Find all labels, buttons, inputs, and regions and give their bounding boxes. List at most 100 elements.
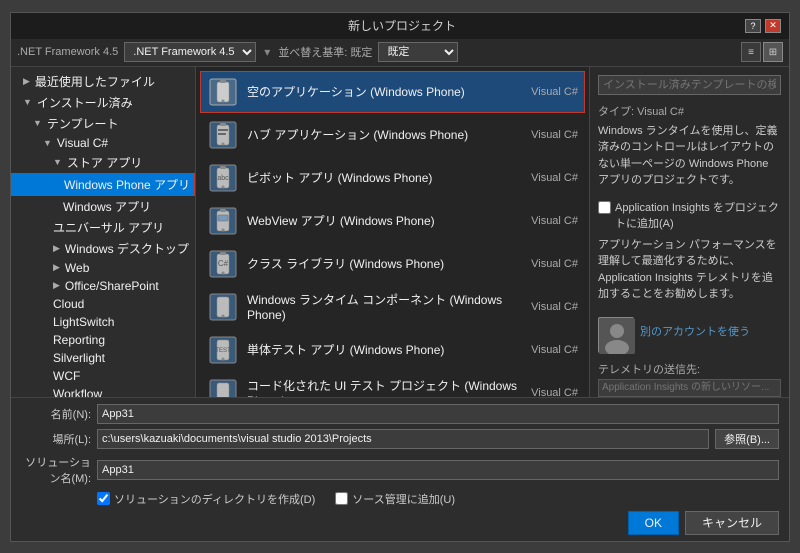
title-controls: ? ✕ (745, 19, 781, 33)
account-link[interactable]: 別のアカウントを使う (640, 323, 750, 339)
project-lang: Visual C# (531, 344, 578, 356)
sidebar-item-label: Workflow (53, 387, 102, 397)
project-item[interactable]: コード化された UI テスト プロジェクト (Windows Phone) Vi… (200, 372, 585, 397)
project-name: 空のアプリケーション (Windows Phone) (247, 83, 523, 100)
app-insights-label: Application Insights をプロジェクトに追加(A) (615, 199, 781, 231)
sidebar-item-label: インストール済み (37, 94, 133, 111)
sidebar-item-label: Reporting (53, 333, 105, 347)
view-toggle: ≡ ⊞ (741, 42, 783, 62)
sidebar-item-label: LightSwitch (53, 315, 114, 329)
sidebar-item-visual-csharp[interactable]: ▼ Visual C# (11, 134, 195, 152)
info-panel: タイプ: Visual C# Windows ランタイムを使用し、定義済みのコン… (589, 67, 789, 397)
arrow-icon: ▼ (23, 97, 32, 107)
project-icon (207, 377, 239, 397)
cancel-button[interactable]: キャンセル (685, 511, 779, 535)
app-insights-checkbox-row: Application Insights をプロジェクトに追加(A) (598, 199, 781, 231)
list-view-button[interactable]: ≡ (741, 42, 761, 62)
bottom-checks: ソリューションのディレクトリを作成(D) ソース管理に追加(U) (97, 491, 779, 507)
search-input[interactable] (598, 75, 781, 95)
project-item[interactable]: WebView アプリ (Windows Phone) Visual C# (200, 200, 585, 242)
project-item[interactable]: Windows ランタイム コンポーネント (Windows Phone) Vi… (200, 286, 585, 328)
create-dir-check[interactable]: ソリューションのディレクトリを作成(D) (97, 491, 315, 507)
browse-button[interactable]: 参照(B)... (715, 429, 779, 449)
sort-select[interactable]: 既定 (378, 42, 458, 62)
add-source-check[interactable]: ソース管理に追加(U) (335, 491, 455, 507)
sidebar-item-label: Windows アプリ (63, 198, 151, 215)
project-item[interactable]: TEST 単体テスト アプリ (Windows Phone) Visual C# (200, 329, 585, 371)
name-input[interactable] (97, 404, 779, 424)
arrow-icon: ▶ (23, 76, 30, 87)
project-icon (207, 291, 239, 323)
project-item[interactable]: abc ピボット アプリ (Windows Phone) Visual C# (200, 157, 585, 199)
solution-row: ソリューション名(M): (21, 454, 779, 486)
close-button[interactable]: ✕ (765, 19, 781, 33)
sidebar-item-templates[interactable]: ▼ テンプレート (11, 113, 195, 134)
arrow-icon: ▼ (33, 118, 42, 128)
app-insights-checkbox[interactable] (598, 201, 611, 214)
solution-input[interactable] (97, 460, 779, 480)
sidebar-item-silverlight[interactable]: Silverlight (11, 349, 195, 367)
help-button[interactable]: ? (745, 19, 761, 33)
project-lang: Visual C# (531, 215, 578, 227)
arrow-icon: ▶ (53, 280, 60, 291)
sidebar-item-office-sharepoint[interactable]: ▶ Office/SharePoint (11, 277, 195, 295)
sidebar-item-installed[interactable]: ▼ インストール済み (11, 92, 195, 113)
grid-view-button[interactable]: ⊞ (763, 42, 783, 62)
sidebar-item-label: Windows Phone アプリ (64, 176, 190, 193)
telemetry-label: テレメトリの送信先: (598, 361, 781, 377)
sidebar-item-universal-app[interactable]: ユニバーサル アプリ (11, 217, 195, 238)
framework-select[interactable]: .NET Framework 4.5 (124, 42, 256, 62)
sidebar-item-windows-phone-app[interactable]: Windows Phone アプリ (11, 173, 195, 196)
sidebar-item-web[interactable]: ▶ Web (11, 259, 195, 277)
svg-text:abc: abc (217, 175, 229, 182)
sidebar-item-recent[interactable]: ▶ 最近使用したファイル (11, 71, 195, 92)
add-source-label: ソース管理に追加(U) (352, 491, 455, 507)
arrow-icon: ▼ (53, 157, 62, 167)
sidebar-item-label: Office/SharePoint (65, 279, 159, 293)
sidebar-item-wcf[interactable]: WCF (11, 367, 195, 385)
project-icon (207, 76, 239, 108)
sidebar-item-cloud[interactable]: Cloud (11, 295, 195, 313)
sidebar-item-label: ストア アプリ (67, 154, 142, 171)
sidebar-item-label: ユニバーサル アプリ (53, 219, 164, 236)
solution-label: ソリューション名(M): (21, 454, 91, 486)
telemetry-input[interactable] (598, 379, 781, 397)
sidebar-item-label: Web (65, 261, 89, 275)
project-name: クラス ライブラリ (Windows Phone) (247, 255, 523, 272)
project-item[interactable]: ハブ アプリケーション (Windows Phone) Visual C# (200, 114, 585, 156)
sidebar-item-reporting[interactable]: Reporting (11, 331, 195, 349)
arrow-icon: ▶ (53, 243, 60, 254)
project-name: WebView アプリ (Windows Phone) (247, 212, 523, 229)
project-item[interactable]: C# クラス ライブラリ (Windows Phone) Visual C# (200, 243, 585, 285)
create-dir-checkbox[interactable] (97, 492, 110, 505)
new-project-dialog: 新しいプロジェクト ? ✕ .NET Framework 4.5 .NET Fr… (10, 12, 790, 542)
type-label: タイプ: Visual C# (598, 103, 781, 119)
sidebar-item-windows-app[interactable]: Windows アプリ (11, 196, 195, 217)
project-name: ピボット アプリ (Windows Phone) (247, 169, 523, 186)
create-dir-label: ソリューションのディレクトリを作成(D) (114, 491, 315, 507)
user-avatar (598, 317, 634, 353)
framework-label: .NET Framework 4.5 (17, 46, 118, 58)
project-name: コード化された UI テスト プロジェクト (Windows Phone) (247, 377, 523, 397)
location-input[interactable] (97, 429, 709, 449)
sidebar-item-lightswitch[interactable]: LightSwitch (11, 313, 195, 331)
bottom-area: 名前(N): 場所(L): 参照(B)... ソリューション名(M): ソリュー… (11, 397, 789, 541)
sidebar-item-label: テンプレート (47, 115, 119, 132)
project-icon (207, 205, 239, 237)
dialog-title: 新しいプロジェクト (59, 17, 745, 34)
sidebar-item-store-app[interactable]: ▼ ストア アプリ (11, 152, 195, 173)
project-lang: Visual C# (531, 86, 578, 98)
project-list: 空のアプリケーション (Windows Phone) Visual C# ハブ … (196, 67, 589, 397)
project-icon: abc (207, 162, 239, 194)
add-source-checkbox[interactable] (335, 492, 348, 505)
ok-button[interactable]: OK (628, 511, 679, 535)
project-item[interactable]: 空のアプリケーション (Windows Phone) Visual C# (200, 71, 585, 113)
title-bar: 新しいプロジェクト ? ✕ (11, 13, 789, 39)
project-lang: Visual C# (531, 129, 578, 141)
sidebar-item-windows-desktop[interactable]: ▶ Windows デスクトップ (11, 238, 195, 259)
project-icon: TEST (207, 334, 239, 366)
sidebar-item-workflow[interactable]: Workflow (11, 385, 195, 397)
project-lang: Visual C# (531, 387, 578, 397)
project-lang: Visual C# (531, 258, 578, 270)
sidebar-item-label: 最近使用したファイル (35, 73, 155, 90)
